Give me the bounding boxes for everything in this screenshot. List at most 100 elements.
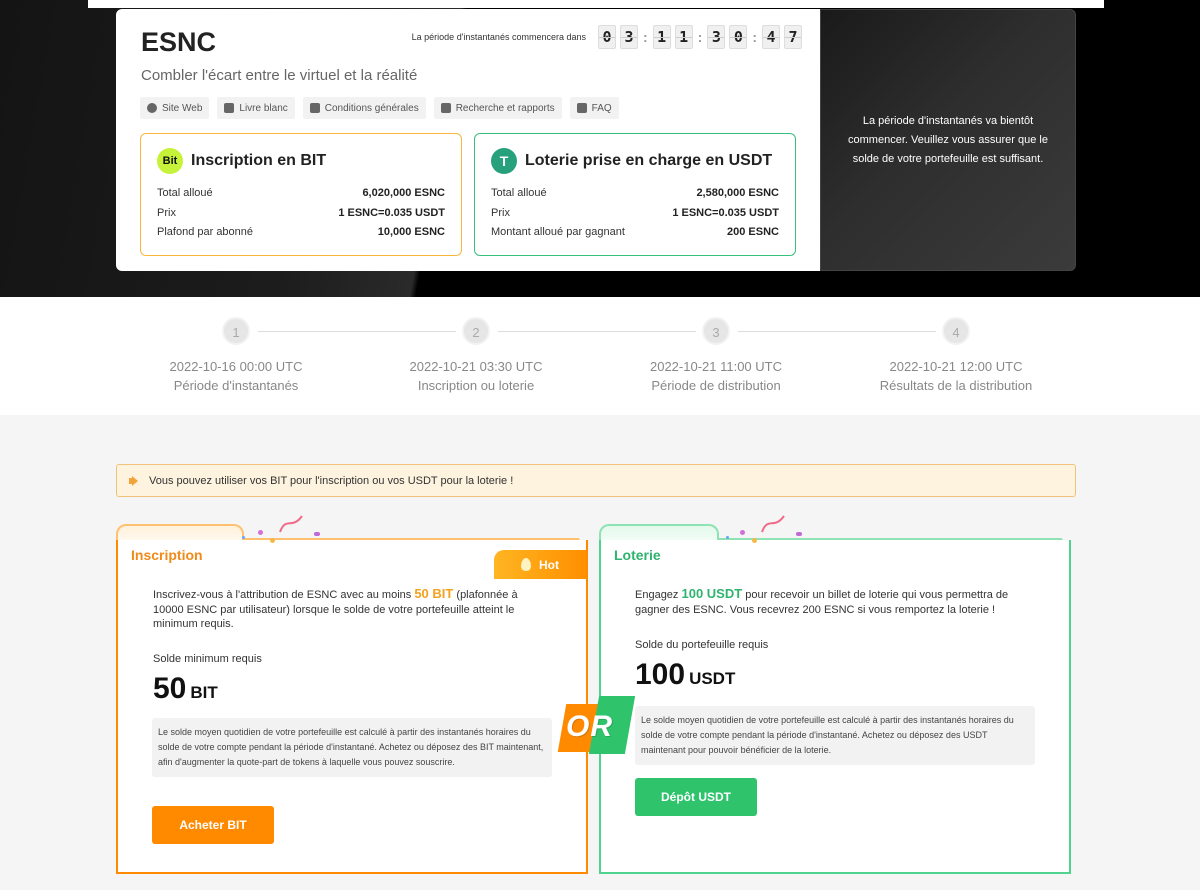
step-number: 3 xyxy=(702,317,730,345)
usdt-lottery-box: T Loterie prise en charge en USDT Total … xyxy=(474,133,796,256)
project-title: ESNC xyxy=(141,27,217,57)
stat-key: Montant alloué par gagnant xyxy=(491,226,625,238)
stat-value: 6,020,000 ESNC xyxy=(362,187,445,199)
min-balance-amount: 50 BIT xyxy=(153,672,218,706)
stat-key: Plafond par abonné xyxy=(157,226,254,238)
min-balance-label: Solde minimum requis xyxy=(153,653,262,665)
usdt-tether-icon: T xyxy=(491,148,517,174)
countdown-separator: : xyxy=(642,29,648,45)
step-number: 4 xyxy=(942,317,970,345)
countdown-digit: 0 xyxy=(729,25,748,49)
stat-key: Total alloué xyxy=(491,187,547,199)
stat-value: 200 ESNC xyxy=(727,226,779,238)
link-label: Livre blanc xyxy=(239,102,288,114)
confetti-icon xyxy=(242,536,245,539)
amount-unit: BIT xyxy=(190,683,218,702)
countdown-separator: : xyxy=(697,29,703,45)
stat-key: Total alloué xyxy=(157,187,213,199)
or-label: OR xyxy=(566,710,613,743)
snapshot-countdown: La période d'instantanés commencera dans… xyxy=(412,25,804,49)
timeline-steps: 1 2022-10-16 00:00 UTC Période d'instant… xyxy=(0,297,1200,415)
desc-text: Engagez xyxy=(635,589,682,601)
link-website[interactable]: Site Web xyxy=(140,97,210,119)
countdown-digit: 4 xyxy=(762,25,780,49)
snapshot-notice-card: La période d'instantanés va bientôt comm… xyxy=(820,9,1076,271)
countdown-digit: 7 xyxy=(784,25,802,49)
bit-subscription-box: Bit Inscription en BIT Total alloué 6,020… xyxy=(140,133,462,256)
amount-unit: USDT xyxy=(689,669,736,688)
timeline-step: 4 2022-10-21 12:00 UTC Résultats de la d… xyxy=(846,317,1066,393)
or-separator-badge: OR xyxy=(557,694,636,758)
project-info-card: ESNC Combler l'écart entre le virtuel et… xyxy=(116,9,820,271)
link-label: Site Web xyxy=(162,102,203,114)
hot-badge: Hot xyxy=(494,550,586,579)
countdown-digit: 1 xyxy=(652,25,671,49)
step-label: Inscription ou loterie xyxy=(417,378,535,393)
step-date: 2022-10-21 12:00 UTC xyxy=(889,359,1023,374)
countdown-digit: 0 xyxy=(597,25,616,49)
link-faq[interactable]: FAQ xyxy=(569,97,619,119)
stat-row: Prix 1 ESNC=0.035 USDT xyxy=(157,204,445,224)
info-banner: Vous pouvez utiliser vos BIT pour l'insc… xyxy=(116,464,1076,497)
hot-label: Hot xyxy=(539,557,559,572)
link-whitepaper[interactable]: Livre blanc xyxy=(217,97,295,119)
desc-text: Inscrivez-vous à l'attribution de ESNC a… xyxy=(153,589,415,601)
project-subtitle: Combler l'écart entre le virtuel et la r… xyxy=(141,67,418,84)
stat-value: 2,580,000 ESNC xyxy=(696,187,779,199)
confetti-icon xyxy=(796,532,802,536)
usdt-box-title: Loterie prise en charge en USDT xyxy=(525,152,773,169)
step-label: Période d'instantanés xyxy=(173,378,299,393)
confetti-icon xyxy=(726,536,729,539)
hero-top-edge xyxy=(88,0,1104,8)
step-label: Résultats de la distribution xyxy=(879,378,1033,393)
required-balance-label: Solde du portefeuille requis xyxy=(635,639,769,651)
stat-row: Total alloué 2,580,000 ESNC xyxy=(491,184,779,204)
step-date: 2022-10-21 11:00 UTC xyxy=(649,359,782,374)
countdown-separator: : xyxy=(752,29,757,45)
inscription-tab-title: Inscription xyxy=(131,547,203,563)
ribbon-icon xyxy=(761,515,785,533)
step-number: 2 xyxy=(462,317,490,345)
timeline-step: 2 2022-10-21 03:30 UTC Inscription ou lo… xyxy=(366,317,586,393)
document-icon xyxy=(309,103,320,113)
deposit-usdt-button[interactable]: Dépôt USDT xyxy=(635,778,757,816)
inscription-description: Inscrivez-vous à l'attribution de ESNC a… xyxy=(153,586,533,632)
lottery-note: Le solde moyen quotidien de votre portef… xyxy=(635,706,1035,765)
link-label: Recherche et rapports xyxy=(455,102,555,114)
file-icon xyxy=(440,103,451,113)
link-terms[interactable]: Conditions générales xyxy=(302,97,426,119)
desc-highlight: 50 BIT xyxy=(414,586,454,601)
confetti-icon xyxy=(752,538,757,543)
book-icon xyxy=(224,103,235,113)
step-label: Période de distribution xyxy=(651,378,781,393)
desc-highlight: 100 USDT xyxy=(681,586,743,601)
stat-row: Plafond par abonné 10,000 ESNC xyxy=(157,223,445,243)
link-research[interactable]: Recherche et rapports xyxy=(433,97,562,119)
speaker-icon xyxy=(129,476,141,486)
stat-row: Prix 1 ESNC=0.035 USDT xyxy=(491,204,779,224)
buy-bit-button[interactable]: Acheter BIT xyxy=(152,806,274,844)
stat-key: Prix xyxy=(157,206,176,219)
link-label: Conditions générales xyxy=(324,102,419,114)
banner-text: Vous pouvez utiliser vos BIT pour l'insc… xyxy=(149,474,514,487)
stat-value: 1 ESNC=0.035 USDT xyxy=(338,206,445,219)
inscription-note: Le solde moyen quotidien de votre portef… xyxy=(152,718,552,777)
lottery-description: Engagez 100 USDT pour recevoir un billet… xyxy=(635,586,1035,617)
countdown-digit: 3 xyxy=(707,25,726,49)
lottery-tab-title: Loterie xyxy=(614,547,661,563)
confetti-icon xyxy=(740,530,745,535)
stat-row: Total alloué 6,020,000 ESNC xyxy=(157,184,445,204)
countdown-label: La période d'instantanés commencera dans xyxy=(411,32,586,42)
bit-box-title: Inscription en BIT xyxy=(191,152,327,169)
amount-value: 50 xyxy=(153,672,187,705)
required-balance-amount: 100 USDT xyxy=(635,658,735,692)
question-icon xyxy=(576,103,587,113)
bit-token-icon: Bit xyxy=(157,148,183,174)
ribbon-icon xyxy=(279,515,303,533)
stat-row: Montant alloué par gagnant 200 ESNC xyxy=(491,223,779,243)
confetti-icon xyxy=(270,538,275,543)
step-date: 2022-10-16 00:00 UTC xyxy=(169,359,303,374)
flame-icon xyxy=(521,558,531,571)
confetti-icon xyxy=(314,532,320,536)
link-label: FAQ xyxy=(591,102,612,114)
